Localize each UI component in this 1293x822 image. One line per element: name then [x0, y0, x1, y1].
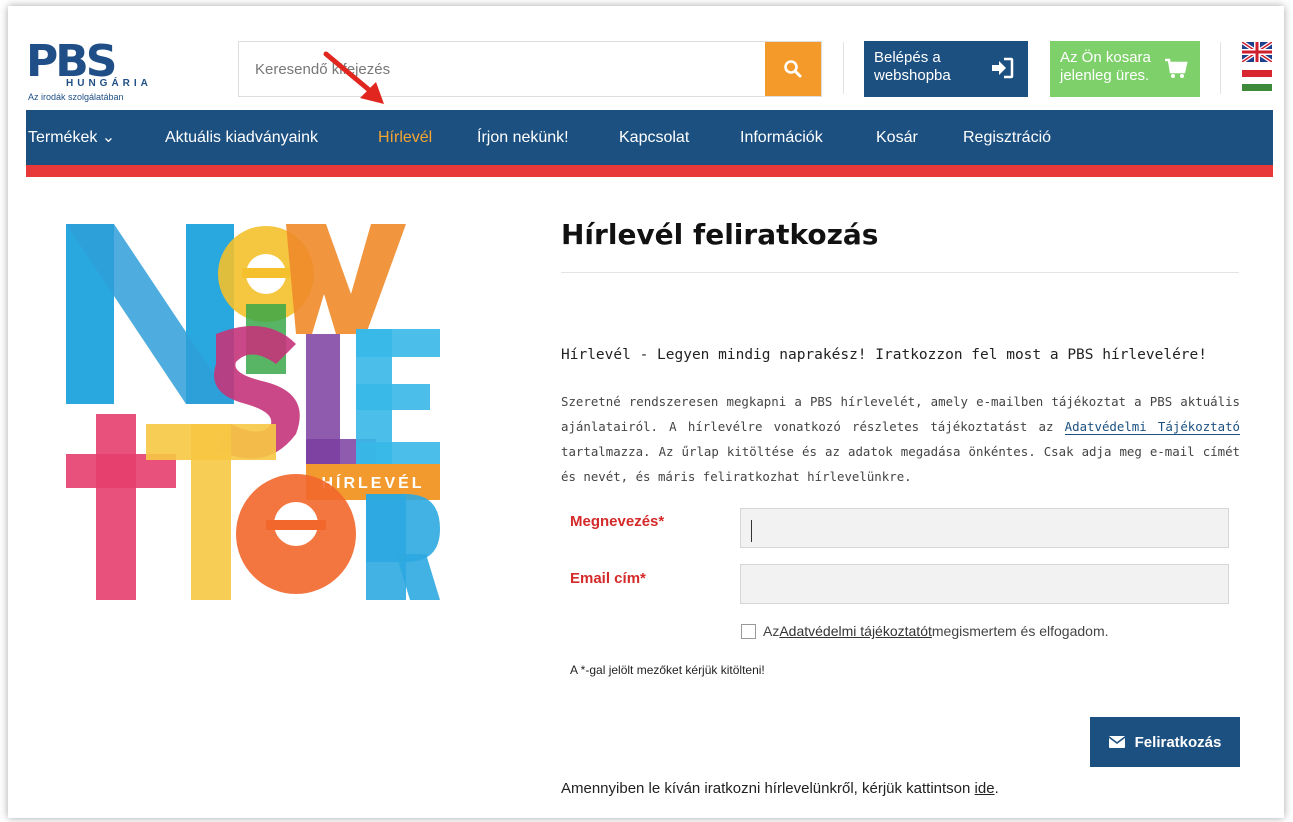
red-arrow: [323, 51, 384, 104]
login-button[interactable]: Belépés a webshopba: [864, 41, 1028, 97]
title-divider: [561, 272, 1239, 273]
unsubscribe-text: Amennyiben le kíván iratkozni hírlevelün…: [561, 780, 999, 797]
sign-in-icon: [992, 57, 1014, 79]
cart-icon: [1165, 58, 1188, 78]
nav-item-regisztracio[interactable]: Regisztráció: [963, 110, 1051, 165]
consent-privacy-link[interactable]: Adatvédelmi tájékoztatót: [779, 623, 932, 639]
pbs-logo[interactable]: PBS HUNGÁRIA Az irodák szolgálatában: [26, 40, 162, 110]
search-input[interactable]: [239, 42, 765, 96]
text-caret: [751, 520, 752, 542]
consent-text-post: megismertem és elfogadom.: [931, 623, 1109, 639]
email-field[interactable]: [740, 564, 1229, 604]
flag-en-icon[interactable]: [1242, 42, 1272, 62]
logo-tagline: Az irodák szolgálatában: [28, 92, 124, 102]
consent-checkbox[interactable]: [741, 623, 756, 639]
unsubscribe-text-body: Amennyiben le kíván iratkozni hírlevelün…: [561, 780, 975, 797]
subscribe-button[interactable]: Feliratkozás: [1090, 717, 1240, 767]
privacy-policy-link[interactable]: Adatvédelmi Tájékoztató: [1064, 419, 1240, 435]
nav-item-kosar[interactable]: Kosár: [876, 110, 918, 165]
cart-button[interactable]: Az Ön kosara jelenleg üres.: [1050, 41, 1200, 97]
newsletter-illustration: HÍRLEVÉL: [66, 224, 440, 600]
search-button[interactable]: [765, 42, 821, 96]
subscribe-button-label: Feliratkozás: [1134, 733, 1222, 751]
page-frame: PBS HUNGÁRIA Az irodák szolgálatában Bel…: [8, 6, 1284, 818]
name-field[interactable]: [740, 508, 1229, 548]
nav-item-termekek[interactable]: Termékek ⌄: [28, 110, 115, 165]
nav-accent-strip: [26, 165, 1273, 177]
envelope-icon: [1108, 736, 1125, 748]
search-icon: [784, 60, 802, 78]
nav-item-kiadvanyok[interactable]: Aktuális kiadványaink: [165, 110, 318, 165]
unsubscribe-text-end: .: [994, 780, 999, 797]
art-caption: HÍRLEVÉL: [321, 473, 424, 492]
newsletter-description: Szeretné rendszeresen megkapni a PBS hír…: [561, 389, 1240, 489]
header-divider: [1220, 42, 1221, 94]
unsubscribe-link[interactable]: ide: [975, 780, 995, 797]
name-label: Megnevezés*: [570, 513, 665, 530]
description-part-2: tartalmazza. Az űrlap kitöltése és az ad…: [561, 444, 1240, 484]
main-navigation: Termékek ⌄ Aktuális kiadványaink Hírlevé…: [26, 110, 1273, 165]
nav-item-informaciok[interactable]: Információk: [740, 110, 823, 165]
required-fields-note: A *-gal jelölt mezőket kérjük kitölteni!: [570, 663, 765, 677]
newsletter-lead: Hírlevél - Legyen mindig naprakész! Irat…: [561, 347, 1208, 363]
consent-row: Az Adatvédelmi tájékoztatót megismertem …: [741, 622, 1109, 640]
logo-country: HUNGÁRIA: [66, 78, 152, 89]
email-label: Email cím*: [570, 570, 646, 587]
nav-item-kapcsolat[interactable]: Kapcsolat: [619, 110, 689, 165]
language-switcher: [1242, 42, 1272, 94]
flag-hu-icon[interactable]: [1242, 70, 1272, 91]
consent-text-pre: Az: [763, 623, 780, 639]
header-divider: [843, 42, 844, 94]
nav-item-hirlevel[interactable]: Hírlevél: [378, 110, 432, 165]
nav-item-irjon-nekunk[interactable]: Írjon nekünk!: [477, 110, 569, 165]
page-title: Hírlevél feliratkozás: [561, 218, 879, 251]
